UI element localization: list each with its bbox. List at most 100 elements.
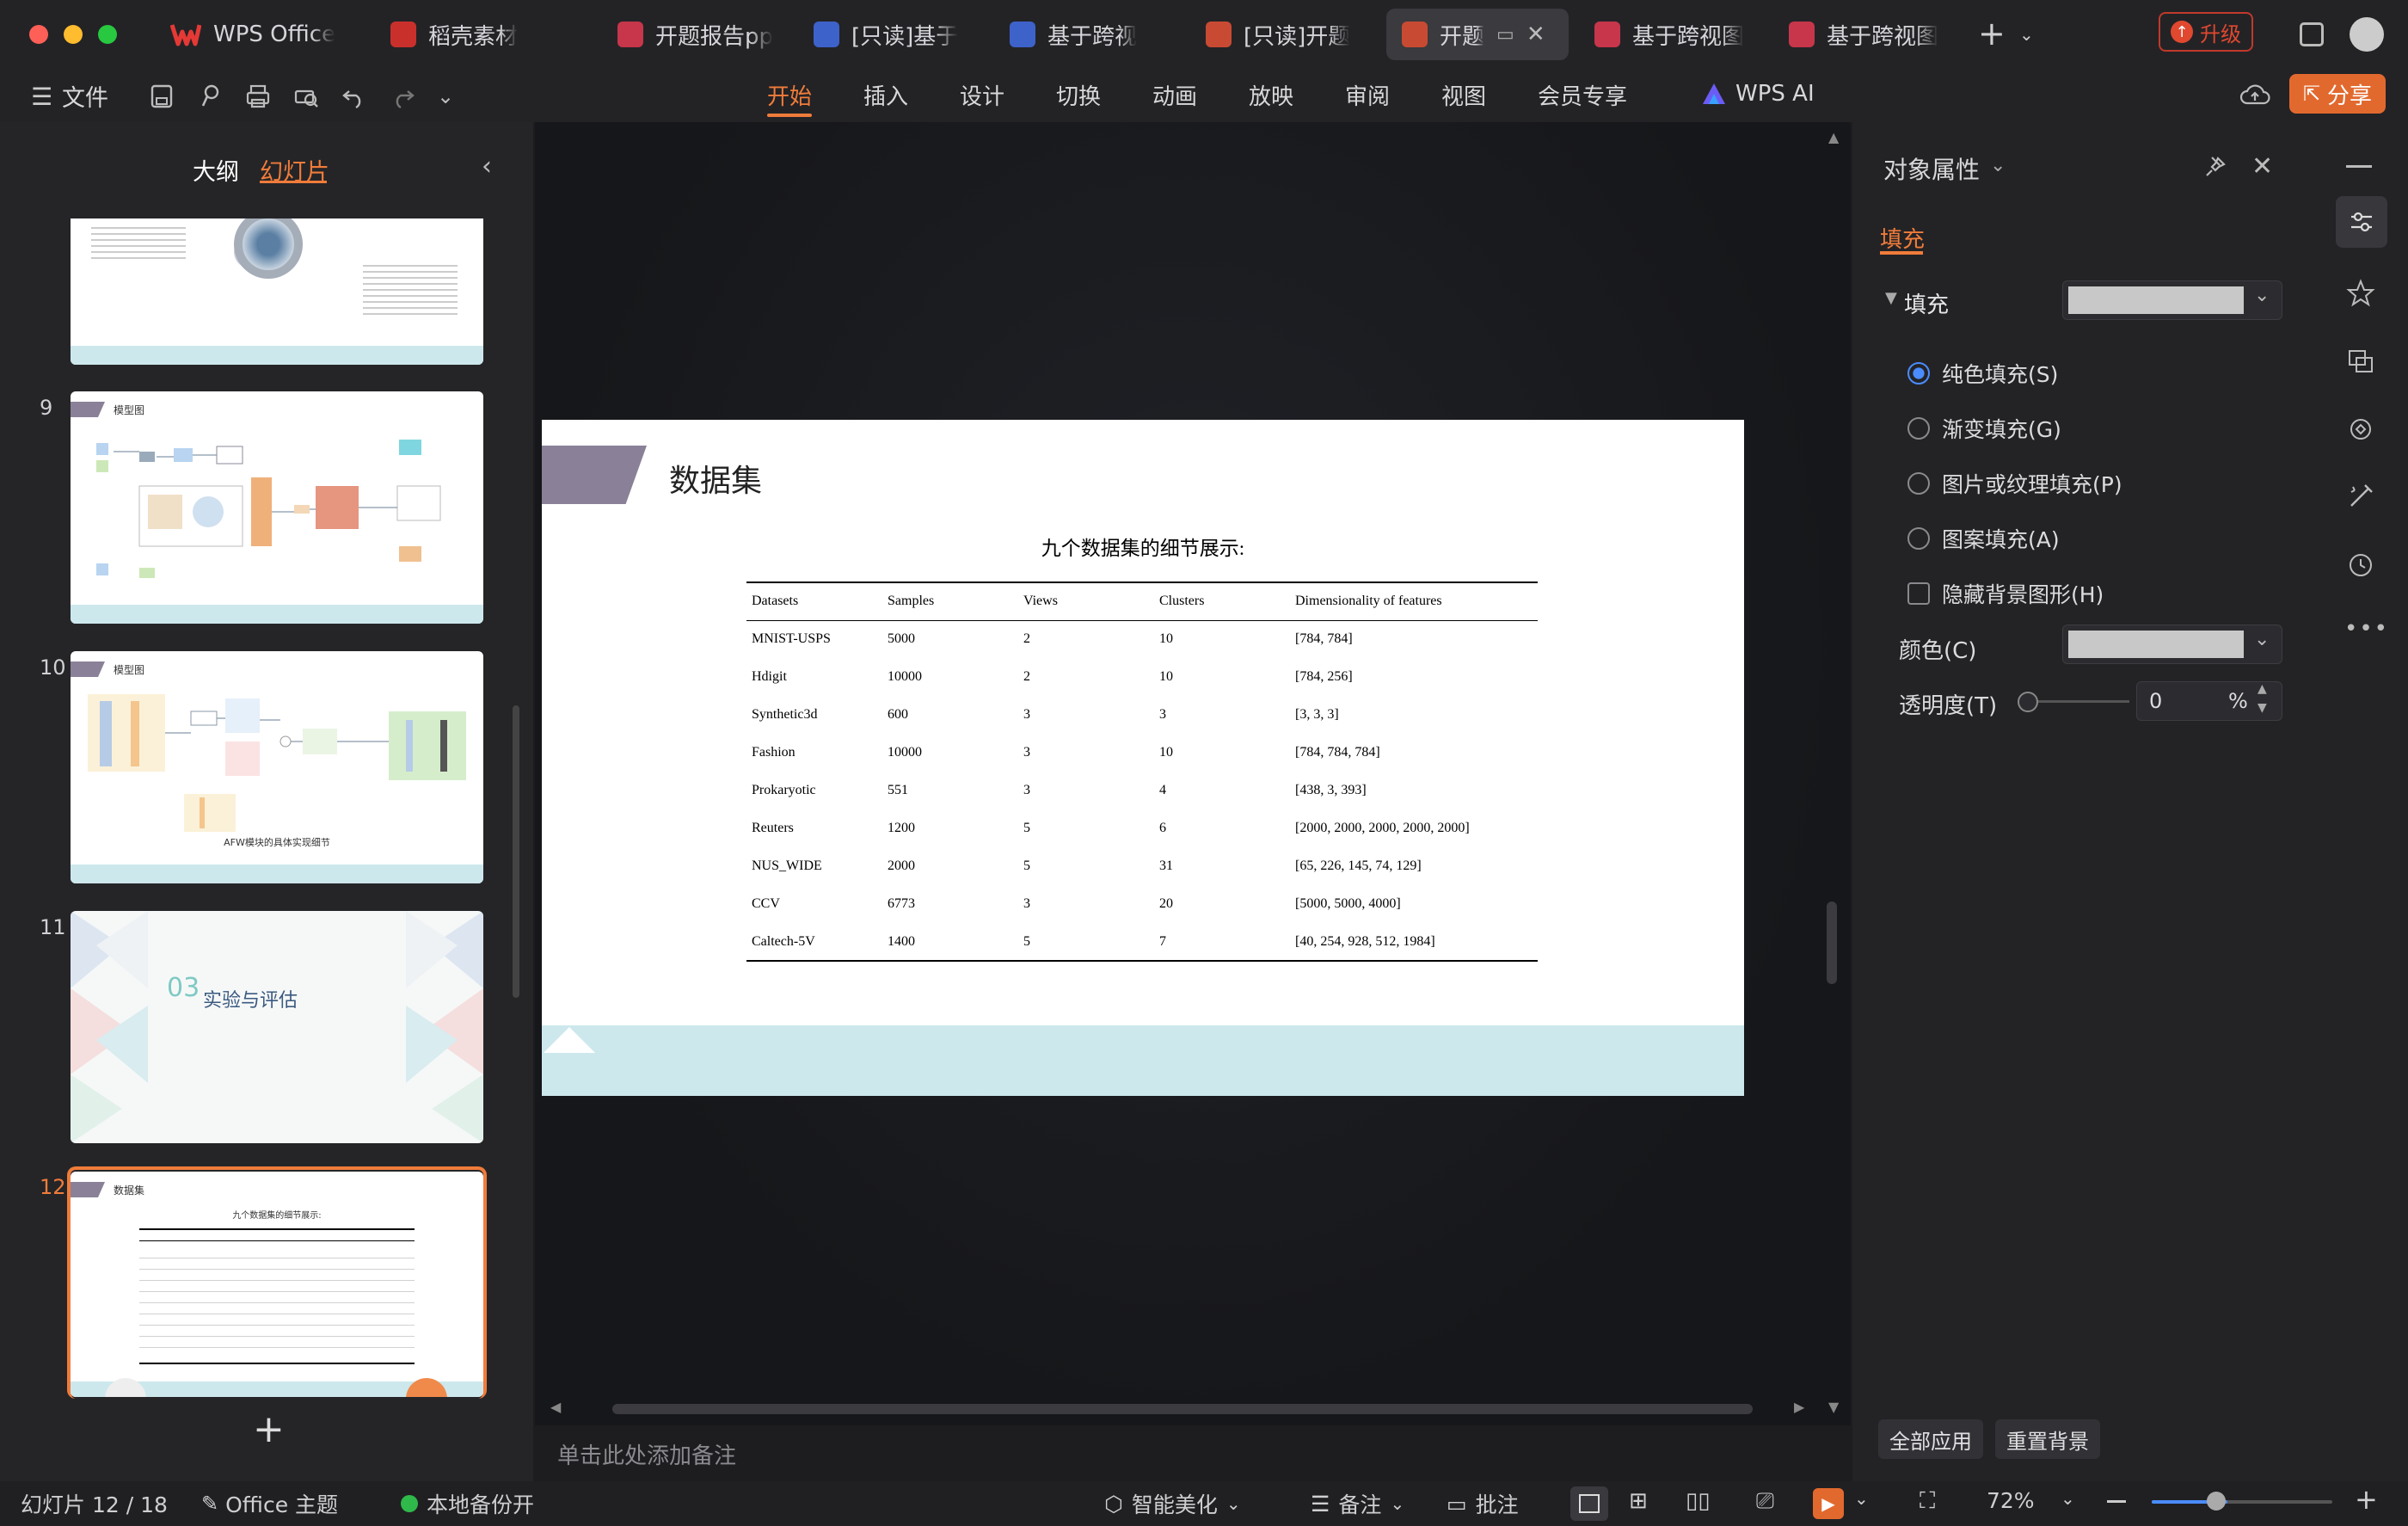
slide-thumbnail-8[interactable] [71, 218, 483, 365]
reset-background-button[interactable]: 重置背景 [1995, 1419, 2100, 1459]
add-slide-button[interactable]: + [253, 1411, 285, 1449]
radio-pattern-fill[interactable]: 图案填充(A) [1907, 523, 2060, 554]
hamburger-icon[interactable]: ☰ [31, 83, 52, 111]
tab-view[interactable]: 视图 [1441, 79, 1486, 111]
apply-all-button[interactable]: 全部应用 [1878, 1419, 1983, 1459]
tab-slideshow[interactable]: 放映 [1249, 79, 1293, 111]
color-dropdown[interactable]: ⌄ [2062, 625, 2282, 664]
tab-active-proposal[interactable]: 开题 ▭ ✕ [1386, 9, 1569, 60]
play-slideshow-button[interactable]: ▶ [1813, 1488, 1844, 1519]
slide-thumbnail-9[interactable]: 模型图 [71, 391, 483, 624]
redo-icon[interactable] [389, 83, 416, 110]
comments-button[interactable]: ▭ 批注 [1447, 1488, 1519, 1519]
normal-view-button[interactable] [1570, 1486, 1608, 1521]
chevron-down-icon[interactable]: ⌄ [2019, 24, 2034, 45]
zoom-level[interactable]: 72% [1987, 1488, 2035, 1513]
backup-status[interactable]: 本地备份开 [401, 1488, 534, 1519]
current-slide[interactable]: 数据集 九个数据集的细节展示: Datasets Samples Views C… [542, 420, 1744, 1096]
thumbnails-scrollbar[interactable] [513, 705, 519, 998]
chevron-down-icon[interactable]: ⌄ [1854, 1488, 1869, 1509]
animation-icon[interactable] [2346, 415, 2375, 444]
window-layout-icon[interactable] [2300, 22, 2324, 46]
transparency-slider-track[interactable] [2023, 700, 2129, 703]
slide-thumbnail-10[interactable]: 模型图 AFW模块的具体实现细节 [71, 651, 483, 883]
zoom-slider-track[interactable] [2152, 1500, 2332, 1504]
magic-tools-icon[interactable] [2346, 482, 2375, 511]
smart-beautify-button[interactable]: ⬡ 智能美化 ⌄ [1104, 1488, 1241, 1519]
tab-docer[interactable]: 稻壳素材 [375, 9, 593, 60]
theme-button[interactable]: ✎ Office 主题 [201, 1488, 338, 1519]
zoom-window-button[interactable] [98, 25, 117, 44]
reading-view-icon[interactable]: ▯▯ [1686, 1488, 1711, 1514]
pin-icon[interactable] [2203, 155, 2227, 179]
datasets-table[interactable]: Datasets Samples Views Clusters Dimensio… [746, 581, 1538, 962]
avatar[interactable] [2350, 17, 2384, 52]
minimize-window-button[interactable] [64, 25, 83, 44]
cloud-upload-icon[interactable] [2239, 83, 2270, 107]
transparency-slider-thumb[interactable] [2018, 692, 2038, 712]
scroll-left-icon[interactable]: ◀ [550, 1399, 561, 1415]
collapse-panel-icon[interactable]: ‹ [482, 151, 492, 182]
new-tab-icon[interactable]: + [1978, 17, 2006, 50]
tab-transition[interactable]: 切换 [1056, 79, 1101, 111]
history-icon[interactable] [2346, 551, 2375, 580]
close-window-button[interactable] [29, 25, 48, 44]
tab-cross-view-doc[interactable]: 基于跨视 [994, 9, 1182, 60]
stepper-down-icon[interactable]: ▼ [2258, 701, 2267, 715]
vertical-scrollbar[interactable] [1827, 901, 1837, 984]
tab-member[interactable]: 会员专享 [1538, 79, 1627, 111]
close-panel-icon[interactable]: ✕ [2251, 151, 2273, 182]
tab-proposal-ppt[interactable]: 开题报告pp [602, 9, 789, 60]
zoom-out-icon[interactable] [2107, 1500, 2126, 1503]
tab-fill[interactable]: 填充 [1880, 222, 1925, 254]
minimize-panel-icon[interactable] [2346, 165, 2372, 168]
tab-cross-view-ppt-2[interactable]: 基于跨视图 [1773, 9, 1961, 60]
slide-thumbnail-11[interactable]: 03 实验与评估 [71, 911, 483, 1143]
properties-rail-button[interactable] [2336, 196, 2387, 248]
format-painter-icon[interactable] [196, 83, 224, 110]
chevron-down-icon[interactable]: ⌄ [1990, 155, 2006, 176]
tab-review[interactable]: 审阅 [1345, 79, 1390, 111]
layers-icon[interactable] [2346, 346, 2375, 375]
print-preview-icon[interactable] [292, 83, 320, 110]
zoom-slider-thumb[interactable] [2207, 1492, 2226, 1511]
tab-outline[interactable]: 大纲 [193, 153, 239, 187]
scroll-right-icon[interactable]: ▶ [1794, 1399, 1804, 1415]
grid-view-icon[interactable]: ⊞ [1629, 1488, 1648, 1514]
tab-home[interactable]: 开始 [767, 79, 812, 111]
share-button[interactable]: ⇱ 分享 [2289, 74, 2386, 114]
zoom-in-icon[interactable]: + [2355, 1483, 2378, 1516]
horizontal-scrollbar[interactable] [612, 1404, 1753, 1414]
print-icon[interactable] [244, 83, 272, 110]
chevron-down-icon[interactable]: ⌄ [437, 84, 454, 108]
presenter-view-icon[interactable]: ⎚ [1756, 1488, 1774, 1515]
tab-insert[interactable]: 插入 [863, 79, 908, 111]
radio-solid-fill[interactable]: 纯色填充(S) [1907, 358, 2058, 389]
tab-wps-office[interactable]: WPS Office [155, 9, 359, 60]
notes-button[interactable]: ☰ 备注 ⌄ [1311, 1488, 1404, 1519]
collapse-triangle-icon[interactable]: ▼ [1885, 289, 1897, 307]
notes-placeholder[interactable]: 单击此处添加备注 [557, 1438, 736, 1470]
tab-animation[interactable]: 动画 [1152, 79, 1197, 111]
upgrade-button[interactable]: ↑ 升级 [2159, 12, 2253, 52]
tab-readonly-proposal[interactable]: [只读]开题 [1190, 9, 1378, 60]
chevron-down-icon[interactable]: ⌄ [2061, 1488, 2075, 1509]
table-caption[interactable]: 九个数据集的细节展示: [542, 532, 1744, 561]
tab-design[interactable]: 设计 [960, 79, 1004, 111]
star-icon[interactable] [2346, 279, 2375, 308]
scroll-up-icon[interactable]: ▲ [1828, 129, 1839, 145]
fit-window-icon[interactable]: ⛶ [1920, 1488, 1935, 1515]
slide-thumbnail-12[interactable]: 数据集 九个数据集的细节展示: [71, 1172, 483, 1397]
wps-ai-button[interactable]: WPS AI [1701, 81, 1815, 107]
file-menu[interactable]: 文件 [62, 79, 108, 113]
hide-background-checkbox[interactable]: 隐藏背景图形(H) [1907, 578, 2104, 609]
radio-picture-fill[interactable]: 图片或纹理填充(P) [1907, 468, 2122, 499]
fill-color-dropdown[interactable]: ⌄ [2062, 280, 2282, 320]
undo-icon[interactable] [341, 83, 368, 110]
save-icon[interactable] [148, 83, 175, 110]
tab-cross-view-ppt-1[interactable]: 基于跨视图 [1579, 9, 1766, 60]
stepper-up-icon[interactable]: ▲ [2258, 682, 2267, 696]
radio-gradient-fill[interactable]: 渐变填充(G) [1907, 413, 2061, 444]
transparency-input[interactable]: 0 % ▲ ▼ [2136, 681, 2282, 721]
slide-title[interactable]: 数据集 [669, 456, 762, 501]
